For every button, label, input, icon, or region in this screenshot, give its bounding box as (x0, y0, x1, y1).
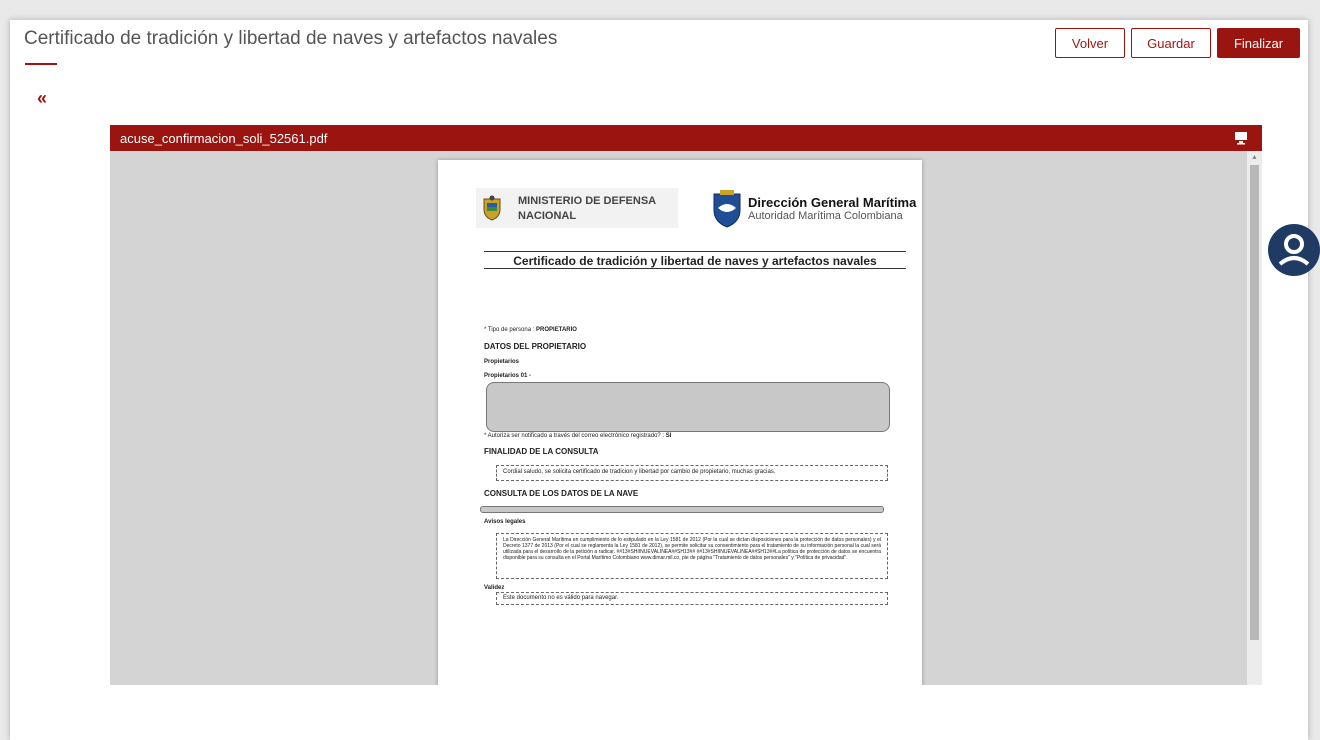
pdf-filename: acuse_confirmacion_soli_52561.pdf (120, 130, 328, 146)
redacted-vessel-bar (480, 506, 884, 513)
user-avatar-icon[interactable] (1268, 224, 1320, 276)
collapse-panel-button[interactable]: « (37, 88, 47, 109)
agency-title: Dirección General Marítima (748, 195, 917, 210)
purpose-box: Cordial saludo, se solicita certificado … (496, 465, 888, 481)
legal-notice-box: La Dirección General Marítima en cumplim… (496, 533, 888, 579)
scroll-up-icon[interactable]: ▲ (1251, 154, 1258, 161)
viewer-scrollbar[interactable]: ▲ (1247, 151, 1262, 685)
validity-label: Validez (484, 585, 505, 591)
vessel-section-heading: CONSULTA DE LOS DATOS DE LA NAVE (484, 489, 639, 498)
notify-label: * Autoriza ser notificado a través del c… (484, 433, 665, 439)
redacted-owner-block (486, 382, 890, 432)
pdf-page: MINISTERIO DE DEFENSA NACIONAL Dirección… (438, 160, 922, 685)
coat-of-arms-icon (483, 195, 501, 221)
page-title: Certificado de tradición y libertad de n… (24, 28, 558, 49)
title-rule-bottom (484, 268, 906, 269)
title-rule-top (484, 251, 906, 252)
title-underline (25, 63, 57, 65)
document-title: Certificado de tradición y libertad de n… (513, 254, 877, 268)
scroll-thumb[interactable] (1250, 165, 1259, 640)
finish-button[interactable]: Finalizar (1217, 28, 1300, 58)
dimar-logo-icon (713, 190, 741, 228)
owner-section-heading: DATOS DEL PROPIETARIO (484, 342, 587, 351)
person-type-value: PROPIETARIO (536, 327, 577, 333)
validity-box: Este documento no es válido para navegar… (496, 592, 888, 605)
notify-row: * Autoriza ser notificado a través del c… (484, 433, 671, 439)
pdf-viewer: acuse_confirmacion_soli_52561.pdf ▲ MINI… (110, 125, 1262, 685)
legal-label: Avisos legales (484, 519, 526, 525)
ministry-name: MINISTERIO DE DEFENSA NACIONAL (518, 195, 657, 222)
purpose-section-heading: FINALIDAD DE LA CONSULTA (484, 447, 599, 456)
person-type-label: * Tipo de persona : (484, 327, 535, 333)
monitor-icon[interactable] (1234, 131, 1248, 145)
save-button[interactable]: Guardar (1131, 28, 1211, 58)
owners-item-label: Propietarios 01 - (484, 373, 532, 379)
agency-subtitle: Autoridad Marítima Colombiana (748, 210, 903, 222)
notify-value: SI (665, 433, 672, 439)
viewer-toolbar: acuse_confirmacion_soli_52561.pdf (110, 125, 1262, 151)
back-button[interactable]: Volver (1055, 28, 1125, 58)
person-type-row: * Tipo de persona : PROPIETARIO (484, 327, 577, 333)
owners-label: Propietarios (484, 359, 520, 365)
ministry-header: MINISTERIO DE DEFENSA NACIONAL (476, 188, 678, 228)
